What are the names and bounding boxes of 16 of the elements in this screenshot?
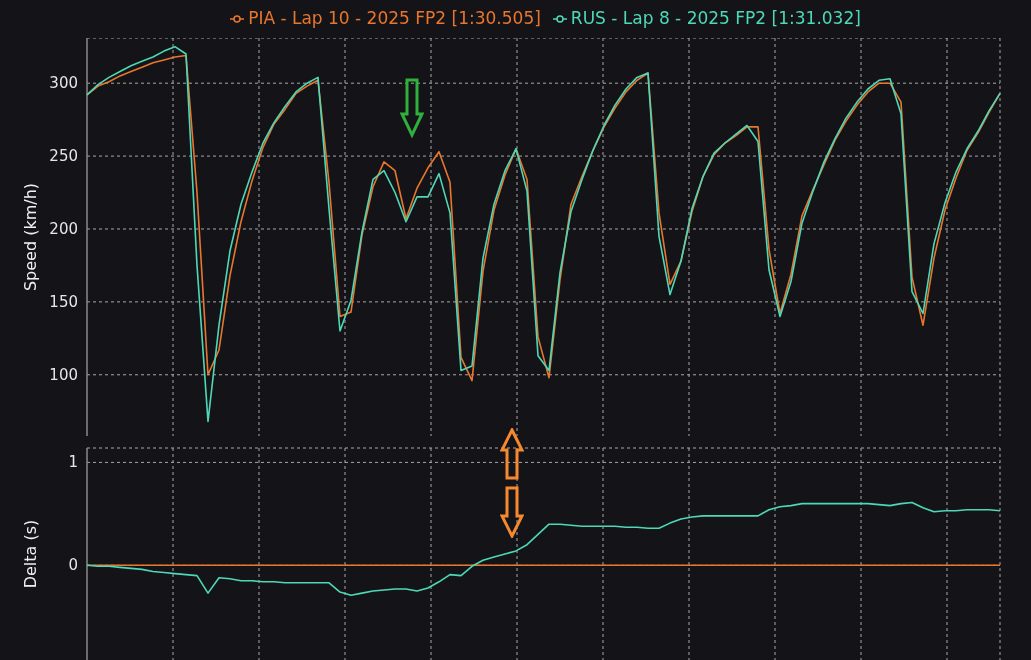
down-arrow-icon [400, 78, 424, 138]
down-arrow-icon [500, 486, 524, 538]
up-arrow-icon [500, 428, 524, 480]
tick-label: 100 [49, 365, 78, 384]
tick-label: 200 [49, 220, 78, 238]
axis-title: Delta (s) [21, 519, 40, 589]
tick-label: 250 [49, 147, 78, 166]
legend-label[interactable]: RUS - Lap 8 - 2025 FP2 [1:31.032] [570, 6, 861, 32]
tick-label: 150 [49, 292, 78, 311]
tick-label: 1 [68, 453, 78, 472]
tick-label: 0 [68, 556, 78, 575]
axis-title: Speed (km/h) [21, 182, 40, 292]
legend-label[interactable]: PIA - Lap 10 - 2025 FP2 [1:30.505] [248, 6, 541, 32]
legend-marker-icon [552, 14, 567, 24]
legend-marker-icon [230, 14, 245, 24]
tick-label: 300 [49, 74, 78, 93]
